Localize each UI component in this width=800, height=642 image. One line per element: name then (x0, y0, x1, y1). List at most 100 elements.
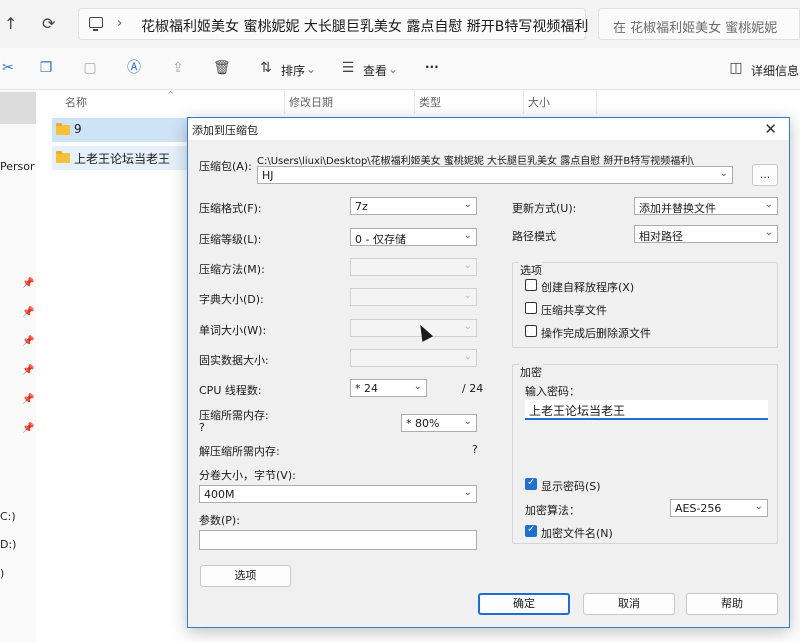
column-header-date[interactable]: 修改日期 (289, 94, 333, 110)
column-divider[interactable] (523, 90, 524, 114)
nav-item-drive-d[interactable]: D:) (0, 538, 16, 551)
computer-icon (89, 17, 103, 31)
help-button[interactable]: 帮助 (686, 593, 778, 615)
delete-after-label: 操作完成后删除源文件 (541, 327, 651, 340)
pin-icon: 📌 (22, 394, 35, 405)
delete-icon[interactable]: 🗑 (213, 60, 231, 76)
refresh-icon[interactable]: ⟳ (42, 14, 55, 33)
share-icon[interactable]: ⇪ (170, 60, 186, 76)
encrypt-filenames-checkbox[interactable] (525, 524, 537, 537)
update-mode-label: 更新方式(U): (512, 202, 577, 215)
view-button[interactable]: 查看 (363, 62, 387, 79)
chevron-down-icon: ⌄ (463, 290, 472, 301)
level-label: 压缩等级(L): (199, 233, 262, 246)
nav-item-drive[interactable]: ) (0, 567, 4, 580)
encrypt-filenames-label: 加密文件名(N) (541, 527, 613, 540)
column-header-size[interactable]: 大小 (528, 94, 550, 110)
shared-files-checkbox[interactable] (525, 302, 537, 314)
search-placeholder: 在 花椒福利姬美女 蜜桃妮妮 (613, 21, 778, 36)
details-pane-icon[interactable]: ◫ (728, 60, 744, 76)
view-icon[interactable]: ☰ (340, 60, 356, 76)
encryption-group: 加密 输入密码： 上老王论坛当老王 显示密码(S) 加密算法： AES-256 … (512, 364, 778, 544)
path-mode-select[interactable]: 相对路径 ⌄ (634, 225, 778, 243)
options-group: 选项 创建自释放程序(X) 压缩共享文件 操作完成后删除源文件 (512, 262, 778, 348)
cut-icon[interactable]: ✂ (0, 60, 16, 76)
chevron-down-icon: ⌄ (463, 230, 472, 241)
password-input[interactable]: 上老王论坛当老王 (525, 400, 768, 420)
format-select[interactable]: 7z ⌄ (350, 197, 477, 215)
archive-name-combo[interactable]: HJ ⌄ (257, 166, 733, 184)
ok-button[interactable]: 确定 (478, 593, 570, 615)
solid-size-label: 固实数据大小: (199, 354, 269, 367)
command-bar: ✂ ❐ ▢ Ⓐ ⇪ 🗑 ⇅ 排序 ⌄ ☰ 查看 ⌄ ··· ◫ 详细信息 (0, 48, 800, 90)
folder-icon (56, 123, 70, 135)
search-input[interactable]: 在 花椒福利姬美女 蜜桃妮妮 (598, 8, 800, 40)
show-password-checkbox[interactable] (525, 477, 537, 490)
word-size-select[interactable]: ⌄ (350, 319, 477, 337)
details-button[interactable]: 详细信息 (751, 62, 799, 79)
close-icon[interactable]: ✕ (764, 120, 777, 138)
delete-after-checkbox[interactable] (525, 325, 537, 337)
update-mode-select[interactable]: 添加并替换文件 ⌄ (634, 197, 778, 215)
parameters-input[interactable] (199, 530, 477, 550)
dictionary-select[interactable]: ⌄ (350, 288, 477, 306)
encryption-method-select[interactable]: AES-256 ⌄ (670, 499, 768, 517)
rename-icon[interactable]: Ⓐ (126, 60, 142, 76)
list-item[interactable]: 上老王论坛当老王 (52, 146, 202, 170)
chevron-right-icon[interactable]: › (117, 16, 122, 31)
more-options-button[interactable]: ··· (425, 60, 439, 74)
chevron-down-icon: ⌄ (306, 62, 317, 76)
sfx-checkbox[interactable] (525, 279, 537, 291)
list-item[interactable]: 9 (52, 118, 202, 142)
column-divider[interactable] (284, 90, 285, 114)
copy-icon[interactable]: ❐ (38, 60, 54, 76)
compress-memory-unknown: ? (199, 421, 205, 434)
path-mode-value: 相对路径 (639, 230, 683, 243)
options-group-label: 选项 (519, 262, 543, 278)
pin-icon: 📌 (22, 307, 35, 318)
up-arrow-icon[interactable]: ↑ (4, 14, 17, 33)
column-header-type[interactable]: 类型 (419, 94, 441, 110)
dialog-title: 添加到压缩包 (192, 124, 258, 137)
column-divider[interactable] (596, 90, 597, 114)
address-input[interactable]: › 花椒福利姬美女 蜜桃妮妮 大长腿巨乳美女 露点自慰 掰开B特写视频福利 › (78, 8, 589, 40)
update-mode-value: 添加并替换文件 (639, 202, 716, 215)
threads-select[interactable]: * 24 ⌄ (350, 379, 427, 397)
archive-label: 压缩包(A): (199, 160, 252, 173)
sort-icon[interactable]: ⇅ (258, 60, 274, 76)
pin-icon: 📌 (22, 423, 35, 434)
column-header-name[interactable]: 名称 (65, 94, 87, 110)
decompress-memory-value: ? (472, 443, 478, 456)
memory-usage-select[interactable]: * 80% ⌄ (401, 414, 477, 432)
cancel-button[interactable]: 取消 (583, 593, 675, 615)
nav-item-drive-c[interactable]: C:) (0, 510, 16, 523)
sort-up-icon: ⌃ (166, 89, 176, 102)
level-select[interactable]: 0 - 仅存储 ⌄ (350, 228, 477, 246)
sort-button[interactable]: 排序 (281, 62, 305, 79)
chevron-down-icon: ⌄ (388, 62, 399, 76)
nav-item-onedrive[interactable]: Persor (0, 160, 35, 173)
column-divider[interactable] (414, 90, 415, 114)
options-button[interactable]: 选项 (200, 565, 291, 587)
pin-icon: 📌 (22, 336, 35, 347)
split-size-combo[interactable]: 400M ⌄ (199, 485, 477, 503)
password-label: 输入密码： (525, 385, 580, 398)
pin-icon: 📌 (22, 278, 35, 289)
address-path: 花椒福利姬美女 蜜桃妮妮 大长腿巨乳美女 露点自慰 掰开B特写视频福利 (141, 19, 589, 35)
chevron-right-icon[interactable]: › (561, 16, 566, 31)
file-name: 上老王论坛当老王 (74, 152, 171, 166)
browse-button[interactable]: ... (752, 164, 778, 186)
chevron-down-icon[interactable]: ⌄ (720, 168, 728, 179)
format-value: 7z (355, 200, 368, 213)
method-select[interactable]: ⌄ (350, 258, 477, 276)
solid-size-select[interactable]: ⌄ (350, 349, 477, 367)
nav-selected-item[interactable] (0, 92, 36, 124)
chevron-down-icon: ⌄ (463, 351, 472, 362)
sfx-label: 创建自释放程序(X) (541, 281, 635, 294)
chevron-down-icon: ⌄ (764, 227, 773, 238)
paste-icon[interactable]: ▢ (82, 60, 98, 76)
chevron-down-icon: ⌄ (754, 501, 763, 512)
chevron-down-icon: ⌄ (463, 416, 472, 427)
navigation-pane: Persor 📌 📌 📌 📌 📌 📌 C:) D:) ) (0, 90, 36, 642)
encryption-group-label: 加密 (519, 364, 543, 380)
